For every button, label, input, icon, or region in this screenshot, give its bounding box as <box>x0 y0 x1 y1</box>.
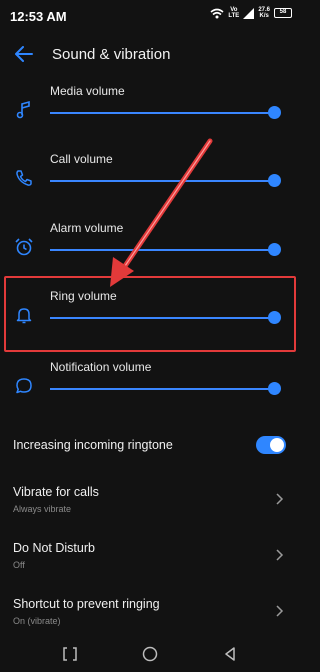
alarm-clock-icon <box>15 238 33 256</box>
ring-volume-label: Ring volume <box>50 289 117 303</box>
back-triangle-icon <box>225 647 235 661</box>
back-nav-button[interactable] <box>221 645 239 663</box>
call-volume-label: Call volume <box>50 152 113 166</box>
ring-volume-slider[interactable] <box>50 311 281 325</box>
notification-volume-label: Notification volume <box>50 360 152 374</box>
notification-volume-slider[interactable] <box>50 382 281 396</box>
slider-thumb[interactable] <box>268 311 281 324</box>
chevron-right-icon <box>276 605 284 617</box>
media-volume-slider[interactable] <box>50 106 281 120</box>
slider-track <box>50 112 274 114</box>
call-volume-slider[interactable] <box>50 174 281 188</box>
call-volume-row: Call volume <box>0 152 300 220</box>
prevent-ringing-subtitle: On (vibrate) <box>13 616 61 626</box>
alarm-volume-row: Alarm volume <box>0 221 300 289</box>
recents-icon <box>63 647 77 661</box>
notification-volume-row: Notification volume <box>0 360 300 428</box>
status-time: 12:53 AM <box>10 8 67 24</box>
network-speed: 27.6 K/s <box>258 7 270 19</box>
chat-bubble-icon <box>16 378 32 394</box>
chevron-right-icon <box>276 493 284 505</box>
vibrate-for-calls-title: Vibrate for calls <box>13 485 99 499</box>
alarm-volume-slider[interactable] <box>50 243 281 257</box>
prevent-ringing-title: Shortcut to prevent ringing <box>13 597 160 611</box>
signal-icon <box>243 7 255 19</box>
ring-volume-row: Ring volume <box>0 289 300 357</box>
toggle-knob <box>270 438 284 452</box>
slider-thumb[interactable] <box>268 174 281 187</box>
vibrate-for-calls-row[interactable]: Vibrate for calls Always vibrate <box>0 485 300 537</box>
increasing-ringtone-row[interactable]: Increasing incoming ringtone <box>0 436 300 490</box>
phone-icon <box>16 170 32 186</box>
increasing-ringtone-label: Increasing incoming ringtone <box>13 438 173 452</box>
home-circle-icon <box>142 646 158 662</box>
battery-icon: 58 <box>274 8 292 18</box>
status-bar: 12:53 AM Vo LTE 27.6 K/s 58 <box>0 0 300 32</box>
increasing-ringtone-toggle[interactable] <box>256 436 286 454</box>
navigation-bar <box>0 636 300 672</box>
slider-thumb[interactable] <box>268 243 281 256</box>
slider-track <box>50 388 274 390</box>
wifi-icon <box>210 8 224 18</box>
network-type-bottom: LTE <box>228 13 240 19</box>
slider-track <box>50 180 274 182</box>
back-button[interactable] <box>2 36 46 72</box>
do-not-disturb-title: Do Not Disturb <box>13 541 95 555</box>
slider-track <box>50 317 274 319</box>
chevron-right-icon <box>276 549 284 561</box>
media-volume-label: Media volume <box>50 84 125 98</box>
do-not-disturb-row[interactable]: Do Not Disturb Off <box>0 541 300 593</box>
network-speed-unit: K/s <box>259 13 269 19</box>
music-note-icon <box>16 100 30 119</box>
recents-button[interactable] <box>61 645 79 663</box>
vibrate-for-calls-subtitle: Always vibrate <box>13 504 72 514</box>
slider-track <box>50 249 274 251</box>
media-volume-row: Media volume <box>0 84 300 152</box>
home-button[interactable] <box>141 645 159 663</box>
network-type: Vo LTE <box>228 7 239 19</box>
bell-icon <box>16 308 32 324</box>
status-icons: Vo LTE 27.6 K/s 58 <box>210 7 292 19</box>
do-not-disturb-subtitle: Off <box>13 560 25 570</box>
slider-thumb[interactable] <box>268 382 281 395</box>
alarm-volume-label: Alarm volume <box>50 221 124 235</box>
arrow-left-icon <box>15 46 33 62</box>
app-bar: Sound & vibration <box>0 36 300 72</box>
page-title: Sound & vibration <box>52 45 171 63</box>
slider-thumb[interactable] <box>268 106 281 119</box>
